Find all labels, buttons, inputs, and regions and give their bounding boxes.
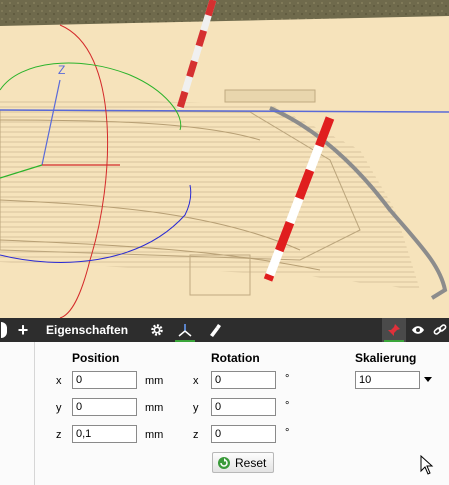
rotation-y-input[interactable]: [211, 398, 276, 416]
rotation-z-label: z: [193, 429, 199, 441]
rotation-x-label: x: [193, 375, 199, 387]
position-y-unit: mm: [145, 402, 164, 414]
rotation-z-unit: °: [285, 427, 290, 439]
position-header: Position: [72, 351, 120, 365]
gizmo-z-label: Z: [58, 63, 65, 77]
brush-icon: [209, 323, 221, 337]
panel-title: Eigenschaften: [46, 318, 136, 342]
scale-dropdown-arrow-icon[interactable]: [424, 377, 432, 382]
add-button[interactable]: +: [12, 318, 34, 342]
pin-button[interactable]: [382, 318, 406, 342]
position-z-unit: mm: [145, 429, 164, 441]
reset-button[interactable]: Reset: [212, 452, 274, 473]
axes-icon: [178, 324, 192, 337]
rotation-x-unit: °: [285, 373, 290, 385]
position-x-unit: mm: [145, 375, 164, 387]
link-icon: [433, 324, 446, 335]
rotation-header: Rotation: [211, 351, 260, 365]
settings-button[interactable]: [146, 318, 168, 342]
link-button[interactable]: [430, 318, 449, 342]
scene-canvas[interactable]: Z: [0, 0, 449, 318]
scale-header: Skalierung: [355, 351, 417, 365]
plus-icon: +: [17, 319, 29, 340]
3d-viewport[interactable]: Z: [0, 0, 449, 318]
pin-icon: [388, 324, 400, 336]
gear-icon: [151, 324, 163, 336]
eye-icon: [412, 326, 424, 334]
position-z-input[interactable]: [72, 425, 137, 443]
paint-tab[interactable]: [203, 318, 225, 342]
properties-toolbar: + Eigenschaften: [0, 318, 449, 342]
rotation-z-input[interactable]: [211, 425, 276, 443]
position-x-label: x: [56, 375, 62, 387]
position-y-label: y: [56, 402, 62, 414]
position-x-input[interactable]: [72, 371, 137, 389]
rotation-y-label: y: [193, 402, 199, 414]
toolbar-left-stub: [0, 318, 8, 342]
panel-title-text: Eigenschaften: [46, 323, 129, 337]
reset-icon: [218, 456, 230, 469]
reset-label: Reset: [235, 455, 267, 470]
rotation-x-input[interactable]: [211, 371, 276, 389]
position-y-input[interactable]: [72, 398, 137, 416]
position-z-label: z: [56, 429, 62, 441]
rotation-y-unit: °: [285, 400, 290, 412]
panel-divider: [34, 342, 35, 485]
scale-input[interactable]: [355, 371, 420, 389]
mouse-cursor-icon: [420, 455, 434, 475]
visibility-button[interactable]: [408, 318, 428, 342]
transform-tab[interactable]: [173, 318, 197, 342]
